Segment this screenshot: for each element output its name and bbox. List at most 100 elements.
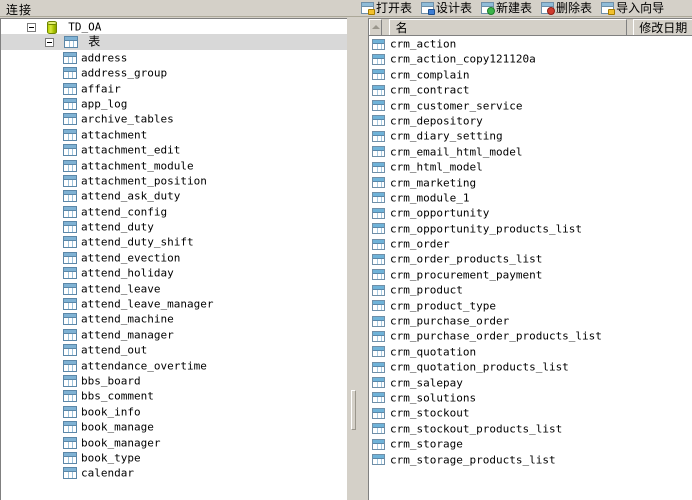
- collapse-icon-tables[interactable]: [45, 37, 54, 47]
- table-row[interactable]: crm_quotation: [369, 344, 692, 359]
- table-row-name: crm_complain: [390, 68, 470, 82]
- tree-item-table[interactable]: attend_evection: [1, 250, 347, 265]
- table-icon: [63, 144, 77, 157]
- import-wizard-button[interactable]: 导入向导: [600, 0, 666, 16]
- table-row[interactable]: crm_order_products_list: [369, 251, 692, 266]
- tree-item-table[interactable]: attend_duty: [1, 219, 347, 234]
- tree-item-table[interactable]: book_type: [1, 450, 347, 465]
- table-icon: [372, 423, 385, 435]
- tree-item-table[interactable]: attend_config: [1, 204, 347, 219]
- table-row[interactable]: crm_storage: [369, 436, 692, 451]
- table-row-name: crm_salepay: [390, 375, 463, 389]
- tree-item-table[interactable]: affair: [1, 81, 347, 96]
- table-row[interactable]: crm_contract: [369, 82, 692, 97]
- table-icon: [63, 236, 77, 249]
- table-row[interactable]: crm_solutions: [369, 390, 692, 405]
- tree-item-table[interactable]: archive_tables: [1, 111, 347, 126]
- tree-item-table[interactable]: bbs_comment: [1, 388, 347, 403]
- toolbar-button-label: 设计表: [436, 1, 473, 15]
- table-icon: [63, 451, 77, 464]
- pane-splitter[interactable]: [347, 18, 360, 500]
- table-row[interactable]: crm_marketing: [369, 175, 692, 190]
- tree-item-table[interactable]: attend_out: [1, 342, 347, 357]
- table-row[interactable]: crm_purchase_order: [369, 313, 692, 328]
- table-icon: [63, 82, 77, 95]
- tree-item-table[interactable]: calendar: [1, 465, 347, 480]
- column-header-name[interactable]: 名: [388, 19, 627, 35]
- table-icon: [372, 284, 385, 296]
- toolbar-button-label: 新建表: [496, 1, 533, 15]
- table-row[interactable]: crm_html_model: [369, 159, 692, 174]
- tree-item-table[interactable]: attend_leave_manager: [1, 296, 347, 311]
- table-row-name: crm_opportunity: [390, 206, 490, 220]
- table-row[interactable]: crm_product: [369, 282, 692, 297]
- tree-item-table[interactable]: attachment_module: [1, 158, 347, 173]
- tree-item-table[interactable]: attend_machine: [1, 311, 347, 326]
- table-row[interactable]: crm_module_1: [369, 190, 692, 205]
- tree-item-table[interactable]: address: [1, 50, 347, 65]
- table-row[interactable]: crm_stockout: [369, 405, 692, 420]
- tree-item-table[interactable]: attachment_position: [1, 173, 347, 188]
- table-row[interactable]: crm_purchase_order_products_list: [369, 328, 692, 343]
- table-icon: [63, 359, 77, 372]
- tree-item-label: attend_leave: [81, 281, 161, 295]
- tree-item-table[interactable]: book_manage: [1, 419, 347, 434]
- tree-item-table[interactable]: book_manager: [1, 435, 347, 450]
- table-row[interactable]: crm_action: [369, 36, 692, 51]
- database-icon: [46, 20, 58, 34]
- table-row[interactable]: crm_storage_products_list: [369, 452, 692, 467]
- tree-table-list: address address_group affair app_log archive…: [1, 50, 347, 481]
- tree-item-table[interactable]: bbs_board: [1, 373, 347, 388]
- design-table-button[interactable]: 设计表: [420, 0, 474, 16]
- table-icon: [63, 390, 77, 403]
- object-tree[interactable]: TD_OA 表 address address_group affair app_lo…: [0, 18, 347, 500]
- table-row[interactable]: crm_customer_service: [369, 98, 692, 113]
- tree-item-table[interactable]: address_group: [1, 65, 347, 80]
- table-icon: [63, 174, 77, 187]
- table-row[interactable]: crm_opportunity: [369, 205, 692, 220]
- column-header-modified[interactable]: 修改日期: [633, 19, 692, 35]
- table-icon: [63, 159, 77, 172]
- sort-indicator-icon[interactable]: [369, 19, 382, 35]
- table-icon: [372, 269, 385, 281]
- table-icon: [63, 421, 77, 434]
- tree-item-label: attachment_position: [81, 174, 207, 188]
- tree-item-table[interactable]: attendance_overtime: [1, 358, 347, 373]
- tables-list[interactable]: 名 修改日期 crm_action crm_action_copy121120ac…: [368, 18, 692, 500]
- tree-item-table[interactable]: attend_manager: [1, 327, 347, 342]
- tree-item-table[interactable]: book_info: [1, 404, 347, 419]
- tree-item-table[interactable]: app_log: [1, 96, 347, 111]
- splitter-grip[interactable]: [351, 390, 356, 430]
- tree-item-label: attend_machine: [81, 312, 174, 326]
- tree-item-table[interactable]: attend_holiday: [1, 265, 347, 280]
- tree-item-table[interactable]: attend_leave: [1, 281, 347, 296]
- table-row[interactable]: crm_product_type: [369, 298, 692, 313]
- tree-item-table[interactable]: attend_duty_shift: [1, 234, 347, 249]
- import-wizard-icon: [601, 2, 616, 15]
- table-icon: [63, 267, 77, 280]
- table-row[interactable]: crm_email_html_model: [369, 144, 692, 159]
- table-row[interactable]: crm_stockout_products_list: [369, 421, 692, 436]
- collapse-icon-database[interactable]: [27, 22, 36, 32]
- table-row[interactable]: crm_diary_setting: [369, 128, 692, 143]
- tree-node-database[interactable]: TD_OA: [1, 19, 347, 34]
- open-table-button[interactable]: 打开表: [360, 0, 414, 16]
- table-row[interactable]: crm_order: [369, 236, 692, 251]
- delete-table-button[interactable]: 删除表: [540, 0, 594, 16]
- table-row[interactable]: crm_depository: [369, 113, 692, 128]
- tree-node-tables[interactable]: 表: [1, 34, 347, 50]
- table-row-name: crm_quotation: [390, 345, 477, 359]
- table-row[interactable]: crm_quotation_products_list: [369, 359, 692, 374]
- table-row[interactable]: crm_opportunity_products_list: [369, 221, 692, 236]
- table-row[interactable]: crm_complain: [369, 67, 692, 82]
- table-row[interactable]: crm_procurement_payment: [369, 267, 692, 282]
- tree-node-tables-label: 表: [88, 34, 101, 49]
- tree-item-table[interactable]: attend_ask_duty: [1, 188, 347, 203]
- tree-item-table[interactable]: attachment_edit: [1, 142, 347, 157]
- table-icon: [63, 328, 77, 341]
- tree-item-label: attachment: [81, 128, 148, 142]
- new-table-button[interactable]: 新建表: [480, 0, 534, 16]
- table-row[interactable]: crm_salepay: [369, 375, 692, 390]
- tree-item-table[interactable]: attachment: [1, 127, 347, 142]
- table-row[interactable]: crm_action_copy121120a: [369, 51, 692, 66]
